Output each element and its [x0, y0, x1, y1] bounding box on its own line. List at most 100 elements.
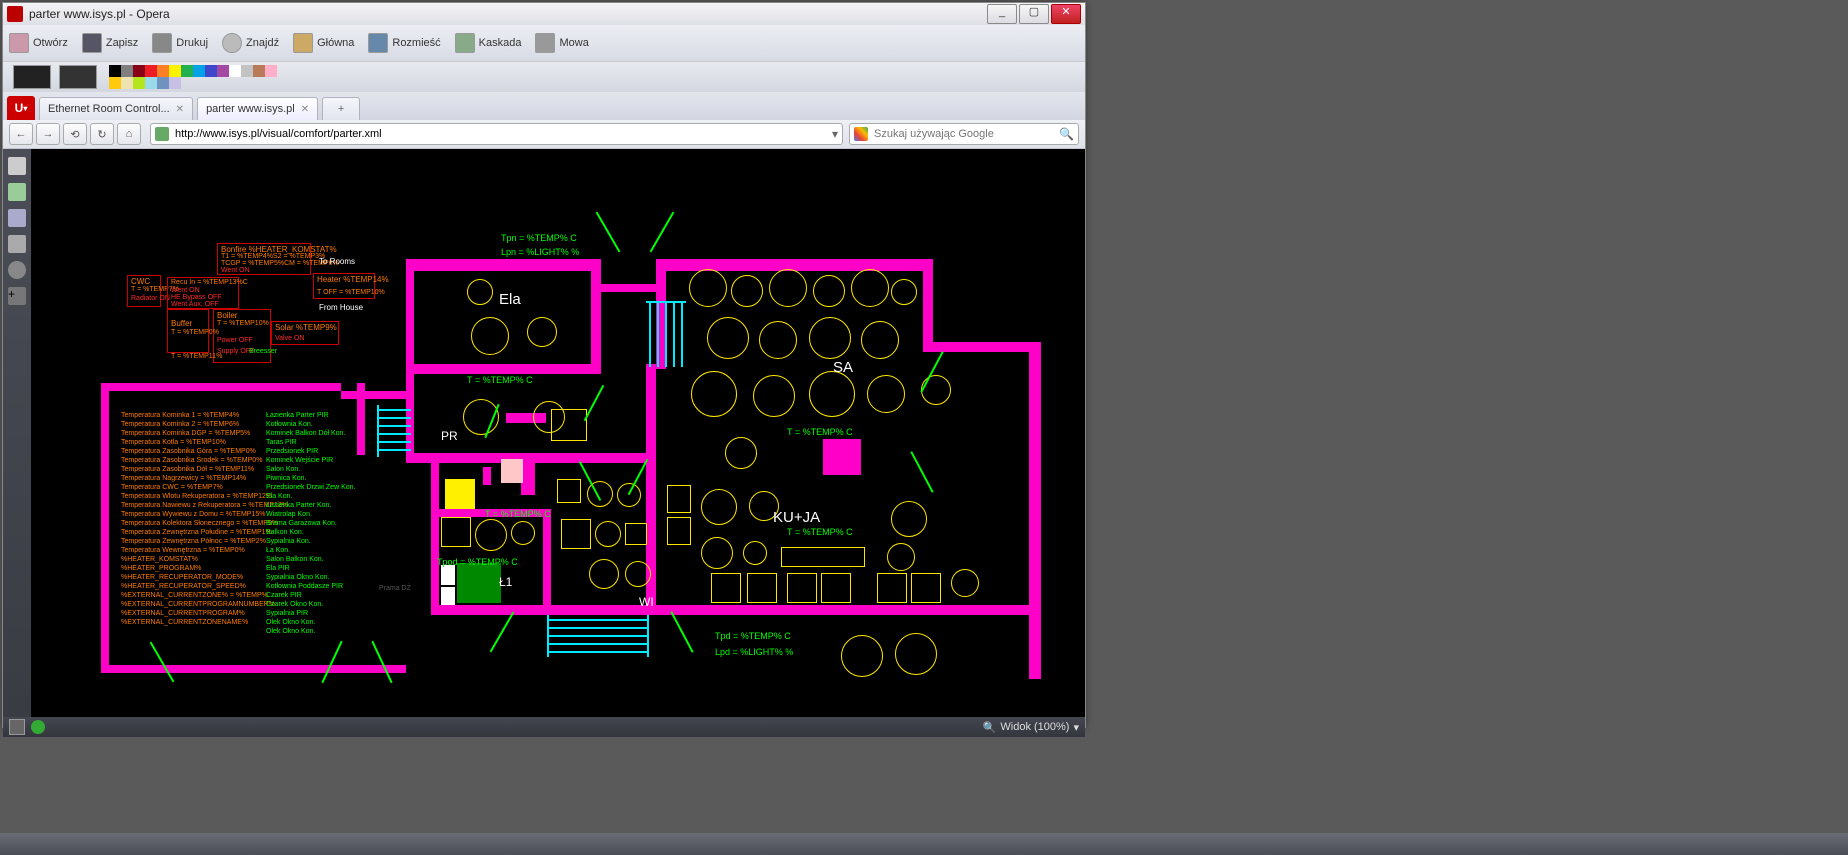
search-icon	[222, 33, 242, 53]
menu-home[interactable]: Główna	[293, 33, 354, 53]
opera-logo[interactable]: U▾	[7, 96, 35, 120]
info-row: Olek Okno Kon.	[266, 618, 355, 627]
color-swatch[interactable]	[133, 77, 145, 89]
sensor-tpn: Tpn = %TEMP% C	[501, 233, 577, 243]
info-row: Przedsionek Drzwi Zew Kon.	[266, 483, 355, 492]
back-button[interactable]: ←	[9, 123, 33, 145]
search-go-icon[interactable]: 🔍	[1059, 127, 1074, 141]
color-swatch[interactable]	[145, 77, 157, 89]
google-icon	[854, 127, 868, 141]
page-viewport[interactable]: Ela SA PR KU+JA Ł1 WI Tpn = %TEMP% C Lpn…	[31, 149, 1085, 717]
note-icon[interactable]	[8, 209, 26, 227]
rewind-button[interactable]: ⟲	[63, 123, 87, 145]
info-row: Olek Okno Kon.	[266, 627, 355, 636]
app-icon	[7, 6, 23, 22]
info-row: Temperatura Kotla = %TEMP10%	[121, 438, 288, 447]
color-swatch[interactable]	[109, 77, 121, 89]
panel-toggle-icon[interactable]	[9, 719, 25, 735]
color-swatch[interactable]	[253, 65, 265, 77]
menu-speak[interactable]: Mowa	[535, 33, 588, 53]
info-row: %EXTERNAL_CURRENTPROGRAM%	[121, 609, 288, 618]
menu-tile[interactable]: Rozmieść	[368, 33, 440, 53]
star-icon[interactable]	[8, 157, 26, 175]
info-row: Ela PIR	[266, 564, 355, 573]
sync-icon[interactable]	[8, 183, 26, 201]
color-swatch[interactable]	[133, 65, 145, 77]
tile-icon	[368, 33, 388, 53]
hvac-pwoff: Power OFF	[217, 337, 253, 344]
side-panel: +	[3, 149, 31, 717]
color-swatch[interactable]	[205, 65, 217, 77]
color-swatch[interactable]	[229, 65, 241, 77]
info-row: Kotłownia Kon.	[266, 420, 355, 429]
home-button[interactable]: ⌂	[117, 123, 141, 145]
sync-status-icon[interactable]	[31, 720, 45, 734]
new-tab-button[interactable]: +	[322, 97, 360, 120]
info-row: Sypialnia Kon.	[266, 537, 355, 546]
color-palette[interactable]	[109, 65, 279, 89]
history-icon[interactable]	[8, 261, 26, 279]
info-row: Temperatura Zewnętrzna Północ = %TEMP2%	[121, 537, 288, 546]
info-row: %HEATER_PROGRAM%	[121, 564, 288, 573]
zoom-dropdown-icon[interactable]: ▾	[1073, 721, 1079, 734]
info-row: %HEATER_RECUPERATOR_SPEED%	[121, 582, 288, 591]
download-icon[interactable]	[8, 235, 26, 253]
menu-save[interactable]: Zapisz	[82, 33, 138, 53]
add-panel-icon[interactable]: +	[8, 287, 26, 305]
sensor-t3: T = %TEMP% C	[787, 527, 853, 537]
search-box[interactable]: 🔍	[849, 123, 1079, 145]
hvac-boiler: Boiler	[217, 311, 237, 320]
color-swatch[interactable]	[145, 65, 157, 77]
hvac-tt1: T1 = %TEMP4%S2 = %TEMP3%	[221, 253, 325, 260]
menu-find[interactable]: Znajdź	[222, 33, 279, 53]
maximize-button[interactable]: ▢	[1019, 4, 1049, 24]
info-row: Brama Garażowa Kon.	[266, 519, 355, 528]
close-tab-icon[interactable]: ✕	[176, 104, 184, 115]
search-input[interactable]	[872, 127, 1059, 141]
color-swatch[interactable]	[109, 65, 121, 77]
hvac-solar: Solar %TEMP9%	[275, 323, 337, 332]
save-icon	[82, 33, 102, 53]
hvac-went: Went ON	[221, 267, 250, 274]
color-swatch[interactable]	[193, 65, 205, 77]
color-swatch[interactable]	[217, 65, 229, 77]
hvac-fromhouse: From House	[319, 303, 363, 312]
thumb1[interactable]	[13, 65, 51, 89]
reload-button[interactable]: ↻	[90, 123, 114, 145]
url-box[interactable]: ▾	[150, 123, 843, 145]
color-swatch[interactable]	[157, 77, 169, 89]
app-window: parter www.isys.pl - Opera _ ▢ ✕ Otwórz …	[2, 2, 1086, 728]
menu-open[interactable]: Otwórz	[9, 33, 68, 53]
menu-print[interactable]: Drukuj	[152, 33, 208, 53]
color-swatch[interactable]	[169, 77, 181, 89]
tab-strip: U▾ Ethernet Room Control...✕ parter www.…	[3, 92, 1085, 120]
tab-2[interactable]: parter www.isys.pl✕	[197, 97, 318, 120]
color-swatch[interactable]	[241, 65, 253, 77]
menu-bar: Otwórz Zapisz Drukuj Znajdź Główna Rozmi…	[3, 25, 1085, 62]
dropdown-icon[interactable]: ▾	[832, 127, 838, 141]
color-swatch[interactable]	[157, 65, 169, 77]
close-tab-icon[interactable]: ✕	[301, 104, 309, 115]
url-input[interactable]	[173, 127, 832, 141]
print-icon	[152, 33, 172, 53]
color-swatch[interactable]	[169, 65, 181, 77]
info-row: Przedsionek PIR	[266, 447, 355, 456]
color-swatch[interactable]	[121, 77, 133, 89]
color-swatch[interactable]	[181, 65, 193, 77]
os-taskbar[interactable]	[0, 833, 1848, 855]
thumb2[interactable]	[59, 65, 97, 89]
tab-1[interactable]: Ethernet Room Control...✕	[39, 97, 193, 120]
color-swatch[interactable]	[121, 65, 133, 77]
folder-icon	[9, 33, 29, 53]
floor-plan: Ela SA PR KU+JA Ł1 WI Tpn = %TEMP% C Lpn…	[31, 149, 1085, 717]
minimize-button[interactable]: _	[987, 4, 1017, 24]
zoom-icon[interactable]: 🔍	[983, 721, 997, 734]
info-row: Temperatura Kominka DGP = %TEMP5%	[121, 429, 288, 438]
sensor-t4: T = %TEMP% C	[485, 509, 551, 519]
hvac-torooms: To Rooms	[319, 257, 355, 266]
nav-row: ← → ⟲ ↻ ⌂ ▾ 🔍	[3, 120, 1085, 149]
color-swatch[interactable]	[265, 65, 277, 77]
close-button[interactable]: ✕	[1051, 4, 1081, 24]
forward-button[interactable]: →	[36, 123, 60, 145]
menu-cascade[interactable]: Kaskada	[455, 33, 522, 53]
